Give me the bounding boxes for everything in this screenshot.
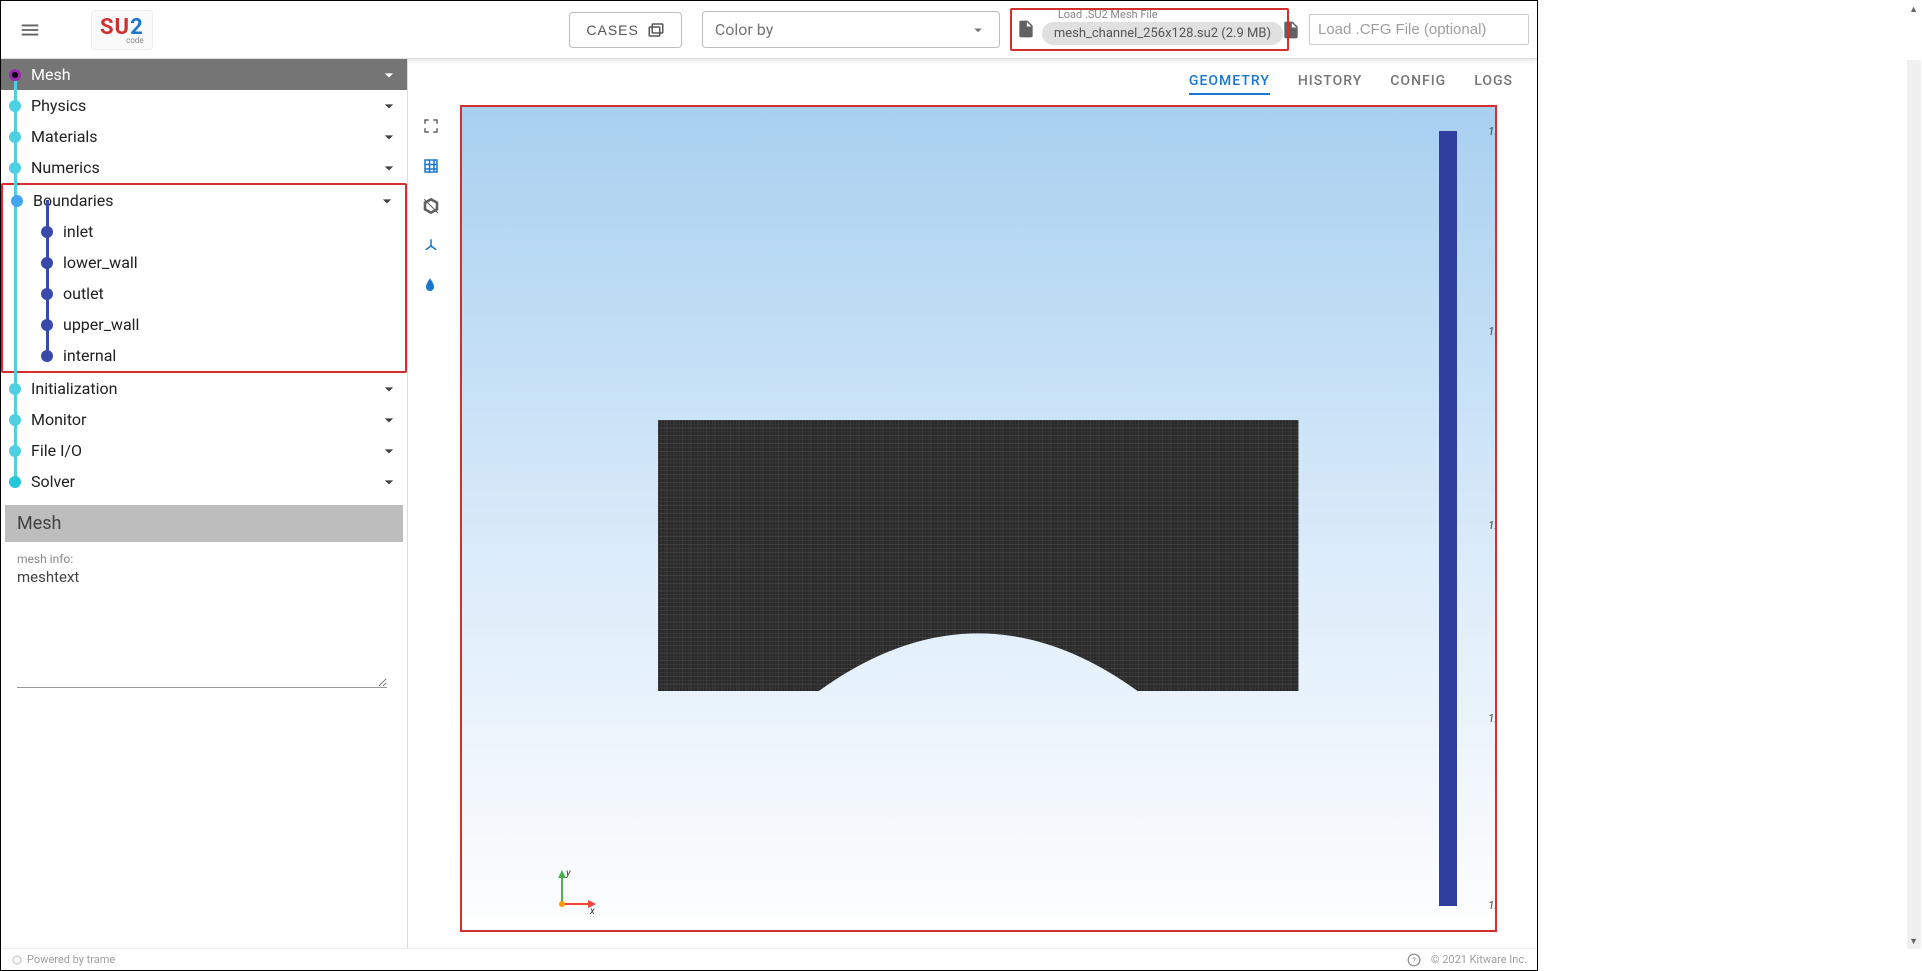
tree-item-numerics[interactable]: Numerics (1, 152, 407, 183)
chevron-down-icon (379, 441, 399, 461)
header: SU2 code CASES Color by Load .SU2 Mesh F… (1, 1, 1537, 59)
tabs: GEOMETRY HISTORY CONFIG LOGS (408, 59, 1537, 105)
tree: Mesh Physics Materials Numerics (1, 59, 407, 497)
tree-item-outlet[interactable]: outlet (3, 278, 405, 309)
logo: SU2 code (91, 10, 153, 50)
svg-text:?: ? (1412, 955, 1416, 964)
circle-icon (11, 954, 23, 966)
scrollbar[interactable]: ▲ ▼ (1907, 60, 1921, 949)
tree-item-materials[interactable]: Materials (1, 121, 407, 152)
sidebar: Mesh Physics Materials Numerics (1, 59, 408, 948)
viewport[interactable]: 1.00 1.00 1.00 1.00 1.00 y (460, 105, 1497, 932)
chevron-down-icon (379, 127, 399, 147)
axes-icon[interactable] (418, 233, 444, 259)
tree-item-monitor[interactable]: Monitor (1, 404, 407, 435)
axes-gizmo: y x (550, 866, 600, 916)
tree-item-mesh[interactable]: Mesh (1, 59, 407, 90)
footer-right: © 2021 Kitware Inc. (1431, 953, 1527, 966)
svg-text:x: x (589, 906, 595, 916)
mesh-file-area[interactable]: Load .SU2 Mesh File mesh_channel_256x128… (1010, 8, 1289, 51)
mesh-file-label: Load .SU2 Mesh File (1054, 8, 1162, 21)
droplet-icon[interactable] (418, 273, 444, 297)
fullscreen-icon[interactable] (418, 113, 444, 139)
tree-item-lower-wall[interactable]: lower_wall (3, 247, 405, 278)
cases-icon (647, 21, 665, 39)
mesh-visualization (658, 420, 1298, 692)
help-icon[interactable]: ? (1407, 953, 1421, 967)
mesh-info-label: mesh info: (17, 552, 391, 566)
cube-off-icon[interactable] (418, 193, 444, 219)
chevron-down-icon (377, 191, 397, 211)
tab-config[interactable]: CONFIG (1390, 73, 1446, 95)
main: GEOMETRY HISTORY CONFIG LOGS (408, 59, 1537, 948)
colorbar: 1.00 1.00 1.00 1.00 1.00 (1439, 131, 1481, 906)
tree-item-initialization[interactable]: Initialization (1, 373, 407, 404)
panel-title: Mesh (5, 505, 403, 542)
tab-geometry[interactable]: GEOMETRY (1189, 73, 1270, 95)
menu-icon[interactable] (9, 9, 51, 51)
view-tools (418, 113, 444, 297)
chevron-down-icon (379, 96, 399, 116)
tree-item-boundaries[interactable]: Boundaries (3, 185, 405, 216)
tree-item-upper-wall[interactable]: upper_wall (3, 309, 405, 340)
chevron-down-icon (379, 379, 399, 399)
svg-text:y: y (565, 868, 571, 879)
colorby-dropdown[interactable]: Color by (702, 11, 1000, 48)
mesh-file-chip[interactable]: mesh_channel_256x128.su2 (2.9 MB) (1042, 22, 1283, 45)
cases-button[interactable]: CASES (569, 12, 681, 48)
file-icon (1016, 19, 1036, 39)
mesh-info-text[interactable]: meshtext (17, 568, 387, 688)
tree-item-inlet[interactable]: inlet (3, 216, 405, 247)
tab-logs[interactable]: LOGS (1474, 73, 1513, 95)
cfg-file-input[interactable] (1309, 14, 1529, 45)
chevron-down-icon (379, 472, 399, 492)
chevron-down-icon (379, 410, 399, 430)
tree-item-internal[interactable]: internal (3, 340, 405, 371)
tree-item-fileio[interactable]: File I/O (1, 435, 407, 466)
footer-left: Powered by trame (27, 953, 115, 966)
chevron-down-icon (969, 21, 987, 39)
grid-icon[interactable] (418, 153, 444, 179)
tree-item-physics[interactable]: Physics (1, 90, 407, 121)
footer: Powered by trame ? © 2021 Kitware Inc. (1, 948, 1537, 970)
tab-history[interactable]: HISTORY (1298, 73, 1362, 95)
tree-item-solver[interactable]: Solver (1, 466, 407, 497)
chevron-down-icon (379, 65, 399, 85)
mesh-panel: Mesh mesh info: meshtext (5, 505, 403, 698)
chevron-down-icon (379, 158, 399, 178)
